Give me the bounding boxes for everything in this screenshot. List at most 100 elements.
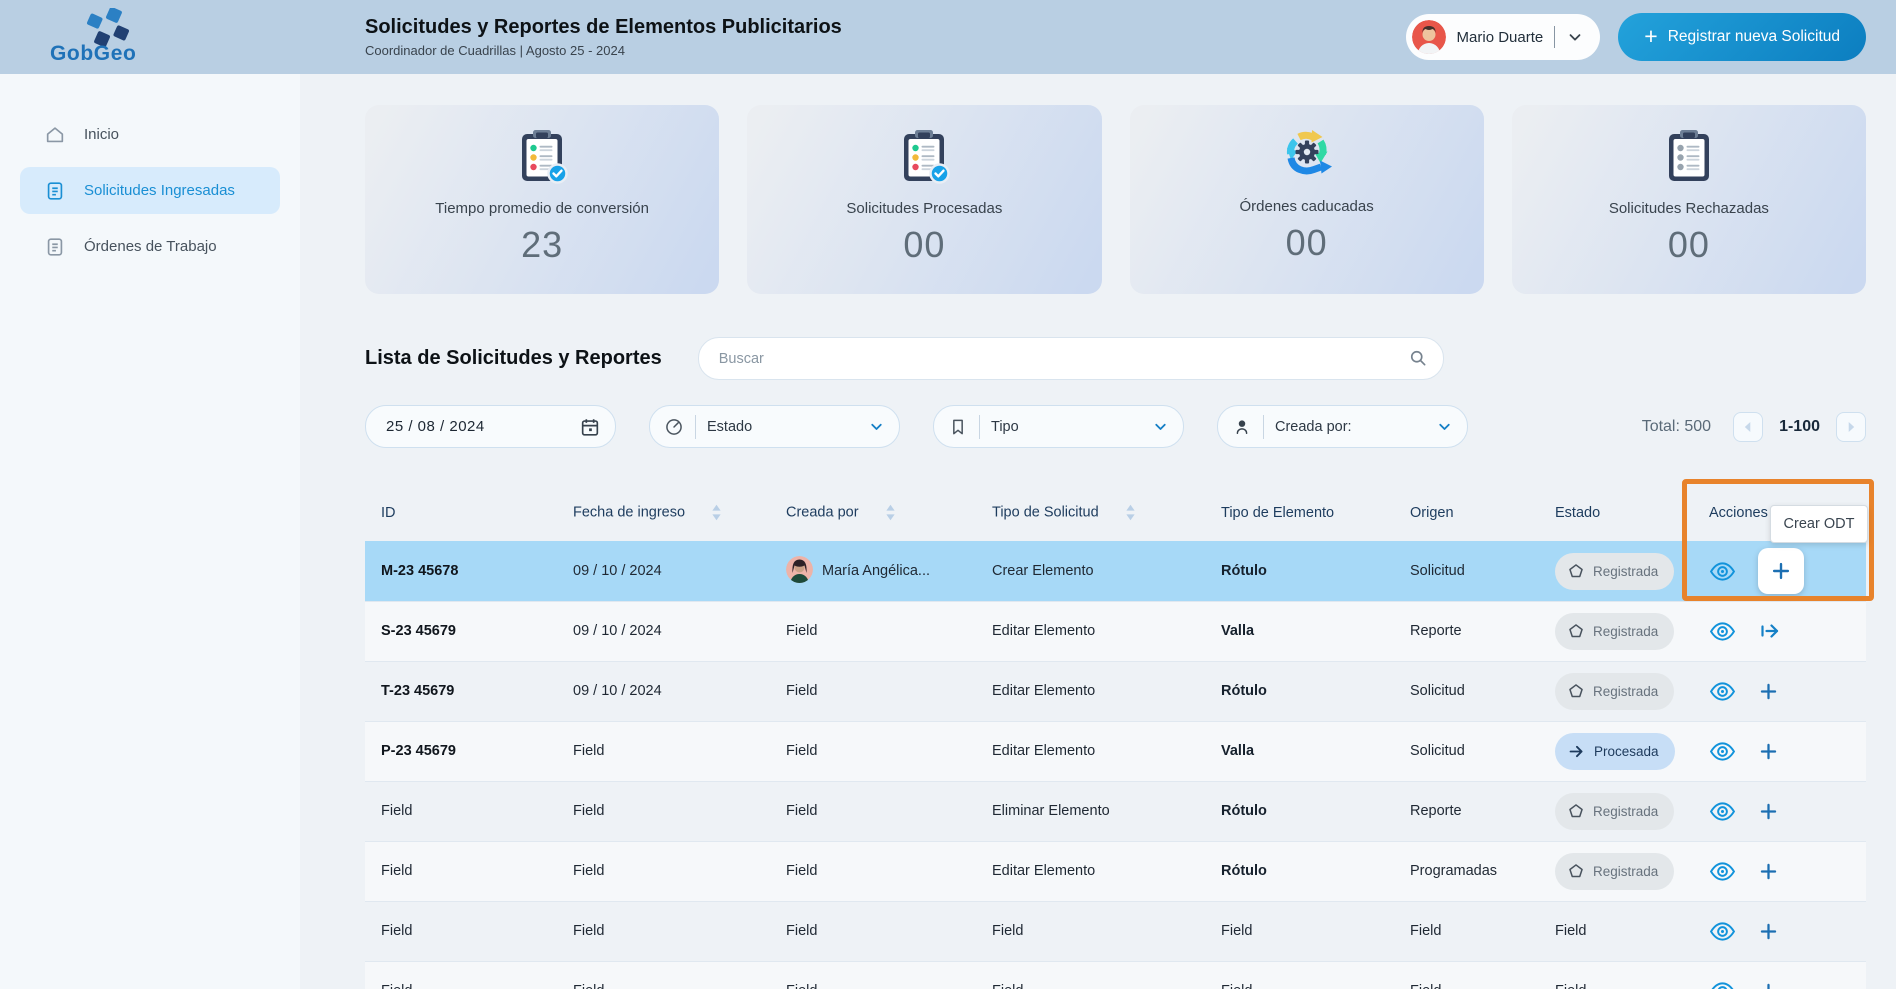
avatar [786, 556, 813, 587]
table-row[interactable]: M-23 45678 09 / 10 / 2024 María Angélica… [365, 541, 1866, 601]
next-page-button[interactable] [1836, 412, 1866, 442]
cell-estado: Field [1539, 961, 1693, 989]
cell-origen: Solicitud [1394, 721, 1539, 781]
sort-icon[interactable] [711, 503, 722, 522]
stat-cards: Tiempo promedio de conversión 23 [365, 105, 1866, 294]
view-button[interactable] [1709, 561, 1736, 582]
stat-card-ordenes-caducadas: Órdenes caducadas 00 [1130, 105, 1484, 294]
plus-icon [1758, 741, 1779, 762]
eye-icon [1709, 681, 1736, 702]
sidebar-item-solicitudes-ingresadas[interactable]: Solicitudes Ingresadas [20, 167, 280, 214]
cell-acciones [1693, 781, 1866, 841]
cell-fecha-ingreso: 09 / 10 / 2024 [557, 601, 770, 661]
table-row[interactable]: Field Field Field Editar Elemento Rótulo… [365, 841, 1866, 901]
prev-page-button[interactable] [1733, 412, 1763, 442]
chevron-down-icon [1436, 418, 1453, 435]
stat-card-tiempo-promedio: Tiempo promedio de conversión 23 [365, 105, 719, 294]
table-body: M-23 45678 09 / 10 / 2024 María Angélica… [365, 541, 1866, 989]
cell-id: S-23 45679 [365, 601, 557, 661]
search-input[interactable] [698, 337, 1444, 380]
status-badge-procesada: Procesada [1555, 733, 1675, 770]
cell-id: Field [365, 961, 557, 989]
status-badge-registrada: Registrada [1555, 553, 1674, 590]
view-button[interactable] [1709, 681, 1736, 702]
table-row[interactable]: P-23 45679 Field Field Editar Elemento V… [365, 721, 1866, 781]
cell-creada-por: Field [770, 901, 976, 961]
document-icon [44, 180, 66, 202]
open-odt-button[interactable] [1758, 619, 1782, 643]
view-button[interactable] [1709, 921, 1736, 942]
sidebar-item-label: Solicitudes Ingresadas [84, 182, 235, 199]
cell-acciones [1693, 541, 1866, 601]
cell-creada-por: Field [770, 781, 976, 841]
eye-icon [1709, 921, 1736, 942]
plus-icon [1770, 560, 1792, 582]
register-new-solicitud-button[interactable]: + Registrar nueva Solicitud [1618, 13, 1866, 61]
stat-label: Órdenes caducadas [1130, 198, 1484, 215]
sort-icon[interactable] [885, 503, 896, 522]
tipo-filter[interactable]: Tipo [933, 405, 1184, 448]
view-button[interactable] [1709, 861, 1736, 882]
cell-origen: Field [1394, 961, 1539, 989]
creada-por-filter[interactable]: Creada por: [1217, 405, 1468, 448]
create-odt-button[interactable] [1758, 548, 1804, 594]
view-button[interactable] [1709, 981, 1736, 989]
plus-icon [1758, 681, 1779, 702]
cell-id: Field [365, 841, 557, 901]
stat-value: 23 [365, 224, 719, 266]
cell-tipo-elemento: Rótulo [1205, 661, 1394, 721]
cell-tipo-solicitud: Editar Elemento [976, 721, 1205, 781]
cell-id: T-23 45679 [365, 661, 557, 721]
plus-icon [1758, 861, 1779, 882]
create-odt-button[interactable] [1758, 741, 1779, 762]
table-row[interactable]: Field Field Field Field Field Field Fiel… [365, 901, 1866, 961]
sidebar-item-inicio[interactable]: Inicio [20, 111, 280, 158]
cell-creada-por: Field [770, 661, 976, 721]
app-header: GobGeo Solicitudes y Reportes de Element… [0, 0, 1896, 74]
create-odt-button[interactable] [1758, 921, 1779, 942]
create-odt-button[interactable] [1758, 801, 1779, 822]
create-odt-button[interactable] [1758, 861, 1779, 882]
create-odt-button[interactable] [1758, 681, 1779, 702]
sidebar-item-ordenes-de-trabajo[interactable]: Órdenes de Trabajo [20, 223, 280, 270]
arrow-right-icon [1568, 743, 1585, 760]
cell-id: M-23 45678 [365, 541, 557, 601]
list-title: Lista de Solicitudes y Reportes [365, 347, 662, 370]
cell-origen: Field [1394, 901, 1539, 961]
date-filter[interactable]: 25 / 08 / 2024 [365, 405, 616, 448]
cell-acciones [1693, 961, 1866, 989]
total-count: Total: 500 [1642, 418, 1711, 436]
column-header-fecha: Fecha de ingreso [557, 485, 770, 541]
page-title: Solicitudes y Reportes de Elementos Publ… [365, 16, 842, 39]
table-row[interactable]: Field Field Field Eliminar Elemento Rótu… [365, 781, 1866, 841]
clipboard-check-icon [898, 127, 950, 185]
tipo-filter-label: Tipo [991, 419, 1019, 435]
create-odt-button[interactable] [1758, 981, 1779, 989]
chevron-right-icon [1840, 416, 1862, 438]
main-content: Tiempo promedio de conversión 23 [300, 74, 1896, 989]
cell-tipo-elemento: Field [1205, 901, 1394, 961]
search-icon [1408, 348, 1428, 368]
table-row[interactable]: Field Field Field Field Field Field Fiel… [365, 961, 1866, 989]
cell-fecha-ingreso: Field [557, 901, 770, 961]
page-range: 1-100 [1779, 418, 1820, 436]
sort-icon[interactable] [1125, 503, 1136, 522]
estado-filter[interactable]: Estado [649, 405, 900, 448]
bookmark-icon [948, 417, 968, 437]
user-menu[interactable]: Mario Duarte [1406, 14, 1601, 60]
sidebar: Inicio Solicitudes Ingresadas Órdenes de… [0, 74, 300, 989]
cell-origen: Reporte [1394, 601, 1539, 661]
cell-id: Field [365, 901, 557, 961]
chevron-down-icon [868, 418, 885, 435]
table-row[interactable]: T-23 45679 09 / 10 / 2024 Field Editar E… [365, 661, 1866, 721]
column-header-tipo-solicitud: Tipo de Solicitud [976, 485, 1205, 541]
divider [1263, 415, 1264, 439]
page-subtitle: Coordinador de Cuadrillas | Agosto 25 - … [365, 43, 842, 58]
pentagon-icon [1568, 803, 1584, 819]
view-button[interactable] [1709, 741, 1736, 762]
cell-tipo-solicitud: Field [976, 961, 1205, 989]
view-button[interactable] [1709, 621, 1736, 642]
view-button[interactable] [1709, 801, 1736, 822]
cell-fecha-ingreso: 09 / 10 / 2024 [557, 541, 770, 601]
table-row[interactable]: S-23 45679 09 / 10 / 2024 Field Editar E… [365, 601, 1866, 661]
